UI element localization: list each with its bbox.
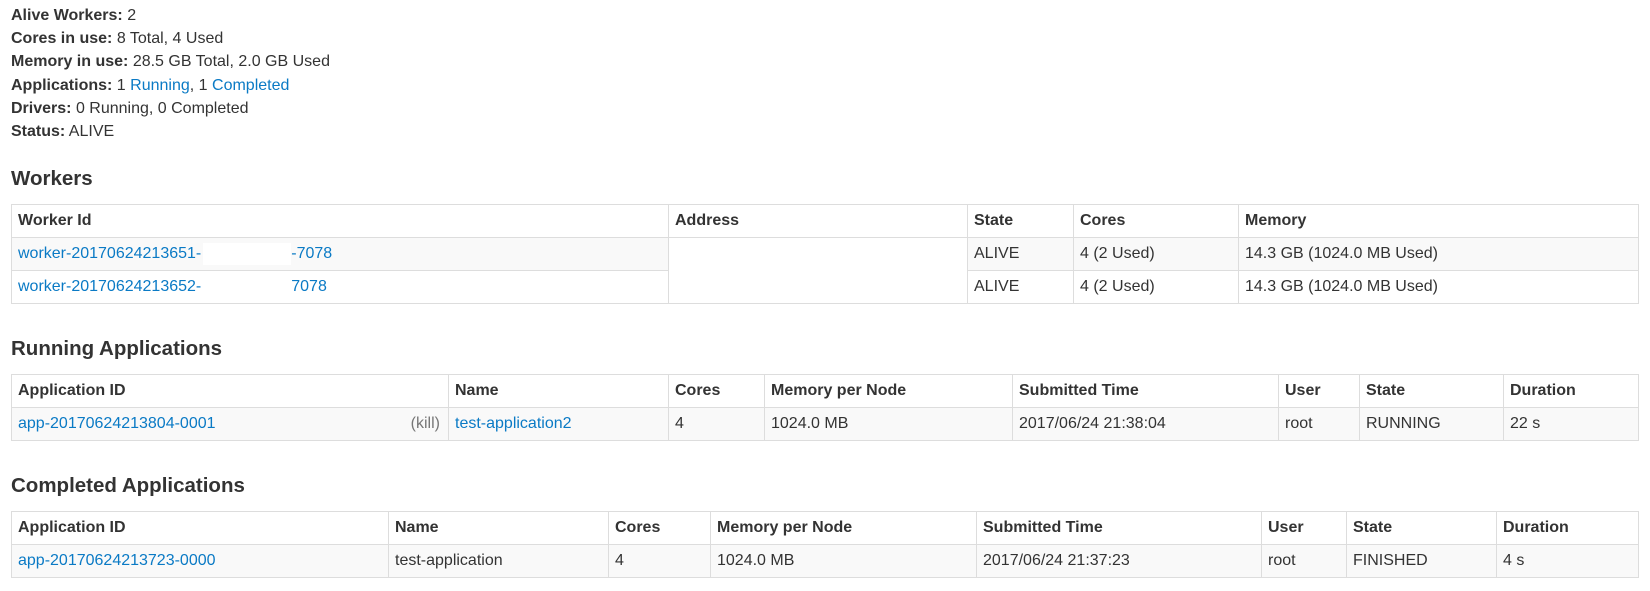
worker-state: ALIVE [967, 237, 1074, 272]
table-row: app-20170624213804-0001 (kill) test-appl… [11, 407, 1639, 442]
completed-apps-header-row: Application ID Name Cores Memory per Nod… [11, 511, 1639, 546]
worker-id-cell: worker-20170624213651- -7078 [11, 237, 669, 272]
app-id-link[interactable]: app-20170624213804-0001 [18, 415, 216, 432]
app-id-cell: app-20170624213804-0001 (kill) [11, 407, 449, 442]
col-application-id[interactable]: Application ID [11, 511, 389, 546]
memory-label: Memory in use: [11, 53, 129, 71]
alive-workers-label: Alive Workers: [11, 7, 123, 24]
app-memory: 1024.0 MB [764, 407, 1013, 442]
worker-id-suffix: -7078 [291, 245, 333, 263]
app-user: root [1278, 407, 1360, 442]
col-application-id[interactable]: Application ID [11, 374, 449, 409]
app-name-link[interactable]: test-application2 [455, 415, 572, 432]
alive-workers-row: Alive Workers: 2 [11, 4, 1639, 27]
col-state[interactable]: State [967, 204, 1074, 239]
kill-app-button[interactable]: (kill) [411, 415, 440, 433]
cores-label: Cores in use: [11, 30, 113, 48]
status-value: ALIVE [68, 122, 115, 140]
app-cores: 4 [668, 407, 765, 442]
app-submitted: 2017/06/24 21:38:04 [1012, 407, 1279, 442]
app-user: root [1261, 544, 1347, 579]
col-cores[interactable]: Cores [668, 374, 765, 409]
app-memory: 1024.0 MB [710, 544, 977, 579]
running-apps-table: Application ID Name Cores Memory per Nod… [11, 374, 1639, 442]
drivers-row: Drivers: 0 Running, 0 Completed [11, 97, 1639, 120]
worker-memory: 14.3 GB (1024.0 MB Used) [1238, 270, 1639, 305]
app-duration: 22 s [1503, 407, 1639, 442]
running-apps-header-row: Application ID Name Cores Memory per Nod… [11, 374, 1639, 409]
col-cores[interactable]: Cores [1073, 204, 1239, 239]
workers-header-row: Worker Id Address State Cores Memory [11, 204, 1639, 239]
applications-label: Applications: [11, 76, 113, 94]
workers-heading: Workers [11, 167, 93, 191]
worker-id-suffix: 7078 [291, 278, 327, 296]
worker-id-prefix: worker-20170624213651- [18, 245, 202, 263]
col-memory[interactable]: Memory [1238, 204, 1639, 239]
worker-address-cell [668, 237, 968, 305]
table-row: worker-20170624213651- -7078 ALIVE 4 (2 U… [11, 237, 1639, 305]
memory-row: Memory in use: 28.5 GB Total, 2.0 GB Use… [11, 50, 1639, 73]
col-user[interactable]: User [1261, 511, 1347, 546]
table-row: app-20170624213723-0000 test-application… [11, 544, 1639, 579]
redacted-region [669, 238, 851, 271]
worker-id-link[interactable]: worker-20170624213651- -7078 [18, 243, 333, 266]
running-apps-link[interactable]: Running [130, 77, 190, 94]
applications-row: Applications: 1 Running, 1 Completed [11, 74, 1639, 97]
memory-value: 28.5 GB Total, 2.0 GB Used [132, 53, 330, 71]
col-duration[interactable]: Duration [1503, 374, 1639, 409]
col-state[interactable]: State [1359, 374, 1504, 409]
app-duration: 4 s [1496, 544, 1639, 579]
col-address[interactable]: Address [668, 204, 968, 239]
alive-workers-value: 2 [127, 7, 137, 24]
col-name[interactable]: Name [448, 374, 669, 409]
app-submitted: 2017/06/24 21:37:23 [976, 544, 1262, 579]
col-memory-per-node[interactable]: Memory per Node [764, 374, 1013, 409]
app-cores: 4 [608, 544, 711, 579]
redacted-region [203, 276, 292, 299]
applications-separator: , 1 [189, 76, 208, 94]
drivers-label: Drivers: [11, 99, 72, 117]
worker-id-link[interactable]: worker-20170624213652- 7078 [18, 276, 327, 299]
col-name[interactable]: Name [388, 511, 609, 546]
worker-id-cell: worker-20170624213652- 7078 [11, 270, 669, 305]
app-name: test-application [388, 544, 609, 579]
col-submitted-time[interactable]: Submitted Time [976, 511, 1262, 546]
redacted-region [203, 243, 292, 266]
app-id-cell: app-20170624213723-0000 [11, 544, 389, 579]
col-state[interactable]: State [1346, 511, 1497, 546]
workers-table: Worker Id Address State Cores Memory wor… [11, 204, 1639, 305]
col-submitted-time[interactable]: Submitted Time [1012, 374, 1279, 409]
completed-apps-table: Application ID Name Cores Memory per Nod… [11, 511, 1639, 579]
status-label: Status: [11, 122, 66, 140]
running-apps-heading: Running Applications [11, 337, 223, 361]
col-user[interactable]: User [1278, 374, 1360, 409]
col-duration[interactable]: Duration [1496, 511, 1639, 546]
cores-value: 8 Total, 4 Used [116, 30, 224, 48]
app-id-link[interactable]: app-20170624213723-0000 [18, 552, 216, 569]
col-worker-id[interactable]: Worker Id [11, 204, 669, 239]
worker-cores: 4 (2 Used) [1073, 270, 1239, 305]
app-state: RUNNING [1359, 407, 1504, 442]
app-name-cell: test-application2 [448, 407, 669, 442]
completed-apps-link[interactable]: Completed [212, 77, 289, 94]
col-memory-per-node[interactable]: Memory per Node [710, 511, 977, 546]
cores-row: Cores in use: 8 Total, 4 Used [11, 27, 1639, 50]
status-row: Status: ALIVE [11, 120, 1639, 143]
worker-memory: 14.3 GB (1024.0 MB Used) [1238, 237, 1639, 272]
app-state: FINISHED [1346, 544, 1497, 579]
master-page: Alive Workers: 2 Cores in use: 8 Total, … [0, 0, 1639, 579]
col-cores[interactable]: Cores [608, 511, 711, 546]
worker-id-prefix: worker-20170624213652- [18, 278, 202, 296]
worker-state: ALIVE [967, 270, 1074, 305]
applications-running-count: 1 [116, 76, 126, 94]
drivers-value: 0 Running, 0 Completed [75, 99, 249, 117]
cluster-summary: Alive Workers: 2 Cores in use: 8 Total, … [11, 4, 1639, 143]
completed-apps-heading: Completed Applications [11, 474, 245, 498]
worker-cores: 4 (2 Used) [1073, 237, 1239, 272]
